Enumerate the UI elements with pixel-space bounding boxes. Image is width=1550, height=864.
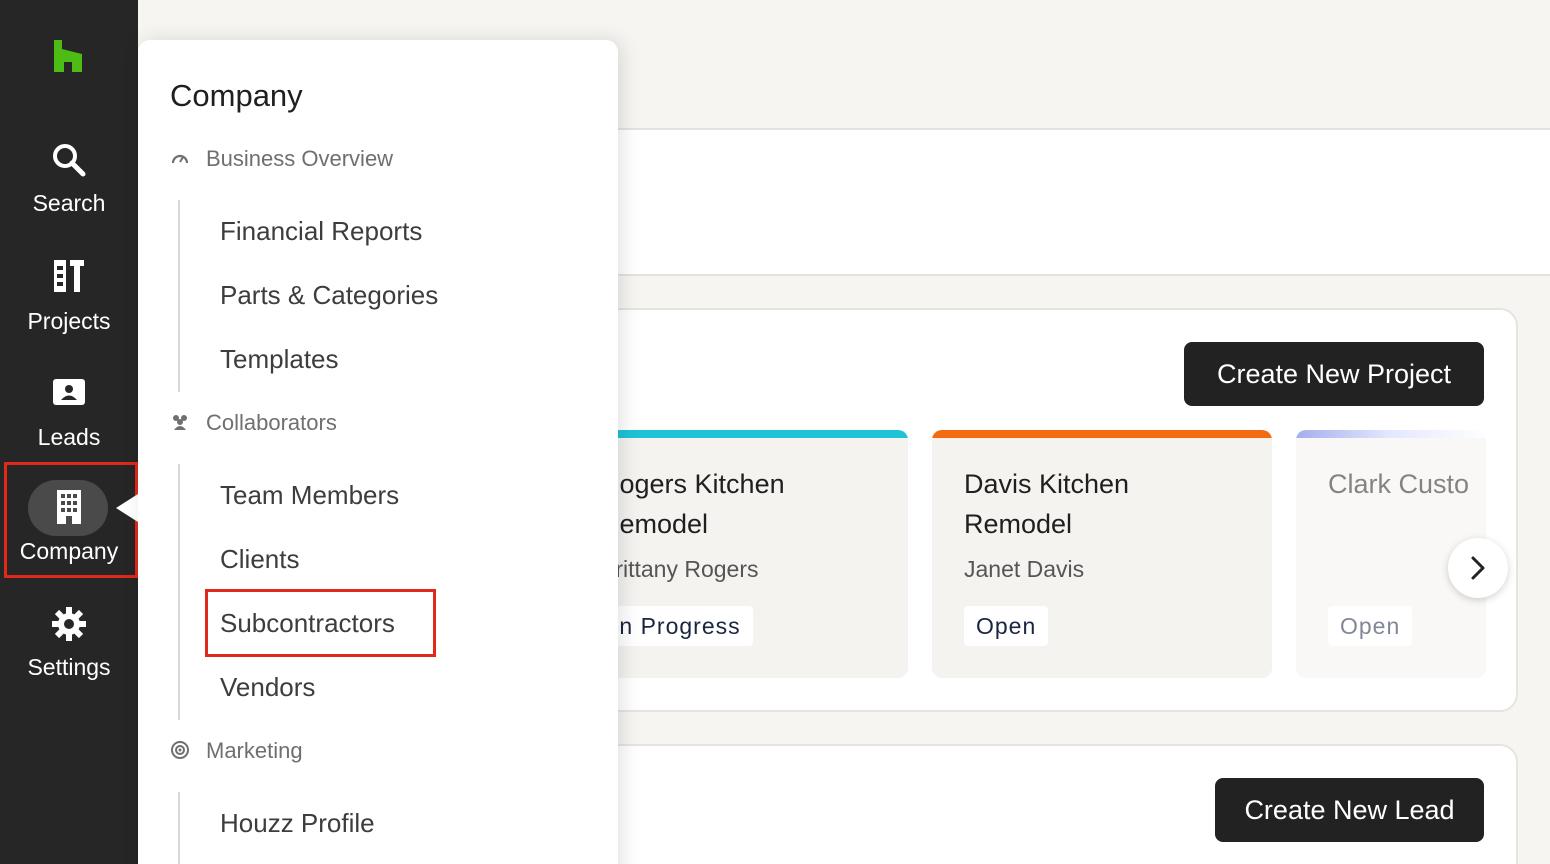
menu-caret: [116, 494, 138, 522]
menu-item-vendors[interactable]: Vendors: [220, 672, 315, 703]
section-collaborators: Collaborators: [170, 410, 337, 436]
houzz-logo-icon: [54, 40, 82, 72]
menu-item-templates[interactable]: Templates: [220, 344, 339, 375]
nav-settings-label: Settings: [27, 654, 111, 680]
status-badge: Open: [964, 606, 1049, 646]
project-card-title: Clark Custo: [1328, 469, 1470, 499]
nav-search-label: Search: [32, 190, 106, 216]
section-label: Marketing: [206, 738, 303, 763]
project-card[interactable]: Davis Kitchen Remodel Janet Davis Open: [932, 430, 1272, 678]
status-badge: In Progress: [600, 606, 753, 646]
subcontractors-highlight-box: [205, 589, 436, 657]
card-accent-bar: [1296, 430, 1486, 438]
nav-settings[interactable]: Settings: [0, 600, 138, 700]
company-menu: Company Business Overview Financial Repo…: [138, 40, 618, 864]
section-business-overview: Business Overview: [170, 146, 393, 172]
menu-item-houzz-profile[interactable]: Houzz Profile: [220, 808, 375, 839]
menu-item-financial-reports[interactable]: Financial Reports: [220, 216, 422, 247]
nav-projects-label: Projects: [27, 308, 111, 334]
menu-item-team-members[interactable]: Team Members: [220, 480, 399, 511]
nav-projects[interactable]: Projects: [0, 250, 138, 350]
header-band: [618, 0, 1550, 130]
target-icon: [171, 741, 189, 760]
create-new-lead-button[interactable]: Create New Lead: [1215, 778, 1484, 842]
nav-search[interactable]: Search: [0, 130, 138, 230]
projects-icon: [54, 260, 84, 292]
people-icon: [173, 415, 187, 431]
project-card-title: Rogers Kitchen Remodel: [600, 469, 785, 539]
gear-icon: [52, 607, 86, 641]
search-icon: [53, 144, 86, 177]
status-badge: Open: [1328, 606, 1413, 646]
menu-item-clients[interactable]: Clients: [220, 544, 299, 575]
project-card-client: Janet Davis: [964, 556, 1085, 582]
nav-rail: Search Projects Leads Company Settings: [0, 0, 138, 864]
project-card[interactable]: Rogers Kitchen Remodel Brittany Rogers I…: [568, 430, 908, 678]
card-accent-bar: [568, 430, 908, 438]
menu-title: Company: [170, 78, 303, 113]
section-line: [178, 792, 180, 864]
chevron-right-icon: [1471, 556, 1485, 580]
card-accent-bar: [932, 430, 1272, 438]
create-new-project-button[interactable]: Create New Project: [1184, 342, 1484, 406]
section-line: [178, 464, 180, 720]
carousel-next-button[interactable]: [1448, 538, 1508, 598]
nav-leads[interactable]: Leads: [0, 368, 138, 468]
subheader-band: [618, 130, 1550, 276]
menu-item-parts-categories[interactable]: Parts & Categories: [220, 280, 438, 311]
section-label: Collaborators: [206, 410, 337, 435]
project-card-client: Brittany Rogers: [600, 556, 759, 582]
nav-leads-label: Leads: [37, 424, 101, 450]
section-label: Business Overview: [206, 146, 394, 171]
section-line: [178, 200, 180, 392]
gauge-icon: [171, 155, 189, 164]
leads-icon: [53, 379, 85, 405]
project-card-title: Davis Kitchen Remodel: [964, 469, 1130, 539]
section-marketing: Marketing: [170, 738, 303, 764]
